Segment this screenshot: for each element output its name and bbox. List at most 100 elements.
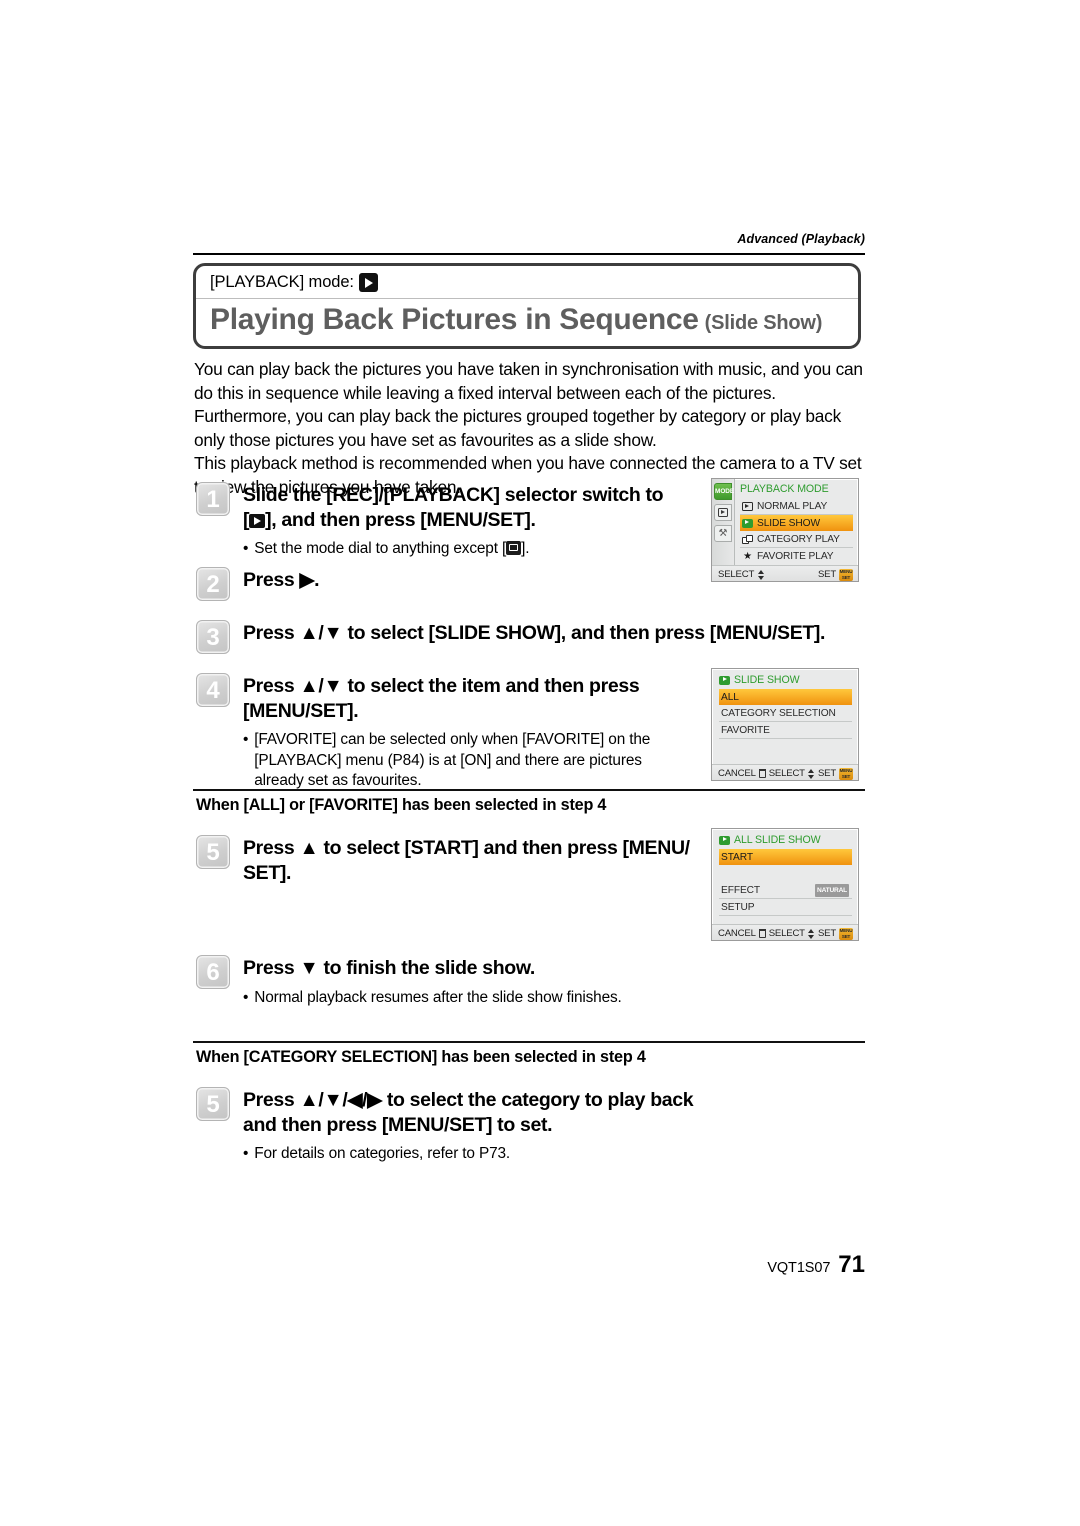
running-head-rule [193,253,865,255]
trash-icon[interactable] [758,769,766,778]
favorite-play-icon: ★ [743,550,752,562]
menu-item-effect-value: NATURAL [815,883,849,897]
menu-item-effect[interactable]: EFFECT NATURAL [719,882,852,899]
menu-item-category-play[interactable]: CATEGORY PLAY [740,531,853,548]
intro-line-3: Furthermore, you can play back the pictu… [194,406,841,426]
trash-icon[interactable] [758,929,766,938]
intro-line-4: only those pictures you have set as favo… [194,429,657,450]
menu-item-category-play-label: CATEGORY PLAY [757,533,840,545]
playback-tab[interactable] [714,504,732,521]
step-5b-title: Press ▲/▼/◀/▶ to select the category to … [243,1088,694,1137]
page-title: Playing Back Pictures in Sequence [210,303,699,336]
intro-line-2: do this in sequence while leaving a fixe… [194,382,776,403]
lcd-playback-mode-title: PLAYBACK MODE [740,483,829,495]
menu-item-slide-show[interactable]: SLIDE SHOW [740,515,853,531]
wrench-icon: ⚒ [718,528,728,539]
step-1-bullet-pre: Set the mode dial to anything except [ [254,540,507,557]
lcd-playback-mode-footer: SELECT SET MENU SET [712,565,858,581]
manual-page: Advanced (Playback) [PLAYBACK] mode: Pla… [0,0,1080,1526]
lcd-slide-show-title-label: SLIDE SHOW [734,674,800,686]
footer-set-label: SET [817,928,836,939]
section-title-box: [PLAYBACK] mode: Playing Back Pictures i… [193,263,861,349]
lcd-playback-mode: MODE ⚒ PLAYBACK MODE NORMAL PLAY SLIDE S… [711,478,859,582]
mode-tab[interactable]: MODE [714,483,734,500]
step-4-bullets: • [FAVORITE] can be selected only when [… [243,730,683,792]
step-1-title-line2-post: ], and then press [MENU/SET]. [265,508,536,531]
footer-select-label: SELECT [718,569,755,580]
slide-show-icon [719,675,730,685]
step-5b-bullet-text: For details on categories, refer to P73. [254,1145,511,1162]
menu-item-category-selection[interactable]: CATEGORY SELECTION [719,705,852,722]
lcd-slide-show: SLIDE SHOW ALL CATEGORY SELECTION FAVORI… [711,668,859,781]
up-down-icon [808,928,815,939]
bullet-dot: • [243,540,249,557]
step-4-title-line2: [MENU/SET]. [243,699,359,722]
step-4-bullet-text: [FAVORITE] can be selected only when [FA… [254,731,651,789]
step-5b-title-line1: Press ▲/▼/◀/▶ to select the category to … [243,1089,694,1111]
page-footer: VQT1S07 71 [193,1251,865,1279]
bullet-dot: • [243,1145,249,1162]
step-5a-title-line2: SET]. [243,861,292,884]
step-1-number: 1 [196,482,230,516]
step-3: 3 Press ▲/▼ to select [SLIDE SHOW], and … [196,620,876,654]
menu-item-normal-play[interactable]: NORMAL PLAY [740,498,853,515]
lcd-all-slide-show: ALL SLIDE SHOW START EFFECT NATURAL SETU… [711,828,859,941]
step-3-title: Press ▲/▼ to select [SLIDE SHOW], and th… [243,622,826,644]
menu-item-all-label: ALL [721,691,739,703]
step-6: 6 Press ▼ to finish the slide show. • No… [196,955,756,1008]
lcd-slide-show-title: SLIDE SHOW [719,674,852,686]
footer-select-label: SELECT [768,928,805,939]
lcd-playback-mode-body: PLAYBACK MODE NORMAL PLAY SLIDE SHOW CAT… [734,479,858,564]
step-1-bullet-text: Set the mode dial to anything except []. [254,539,529,560]
step-1-bullets: • Set the mode dial to anything except [… [243,539,663,560]
mode-dial-icon [506,541,522,555]
step-6-bullet-text: Normal playback resumes after the slide … [254,988,622,1006]
menu-set-button-icon[interactable]: MENU SET [839,568,853,581]
slide-show-icon [742,518,753,528]
lcd-slide-show-footer: CANCEL SELECT SET MENU SET [712,764,858,780]
category-play-icon [742,534,753,544]
up-down-icon [757,569,764,580]
menu-item-favorite-play[interactable]: ★ FAVORITE PLAY [740,548,853,564]
playback-tab-icon [718,507,728,517]
footer-set-label: SET [817,569,836,580]
step-4-title: Press ▲/▼ to select the item and then pr… [243,674,683,723]
bullet-dot: • [243,988,249,1006]
footer-select-label: SELECT [768,768,805,779]
menu-item-setup[interactable]: SETUP [719,899,852,916]
step-5b-title-line2: and then press [MENU/SET] to set. [243,1113,553,1136]
up-down-icon [808,768,815,779]
step-6-bullets: • Normal playback resumes after the slid… [243,988,622,1009]
intro-line-5: This playback method is recommended when… [194,453,862,473]
footer-set-label: SET [817,768,836,779]
page-number: 71 [838,1251,865,1278]
subhead-all-favorite: When [ALL] or [FAVORITE] has been select… [196,796,607,814]
slide-show-icon [719,835,730,845]
footer-cancel-label: CANCEL [718,768,756,779]
mode-label: [PLAYBACK] mode: [210,273,354,291]
document-code: VQT1S07 [767,1260,831,1276]
menu-set-button-icon[interactable]: MENU SET [839,767,853,780]
menu-item-effect-label: EFFECT [721,884,761,896]
page-subtitle: (Slide Show) [704,312,823,334]
menu-item-setup-label: SETUP [721,901,755,913]
lcd-all-slide-show-title: ALL SLIDE SHOW [719,834,852,846]
menu-spacer [719,865,852,882]
lcd-all-slide-show-footer: CANCEL SELECT SET MENU SET [712,924,858,940]
step-6-number: 6 [196,955,230,989]
step-4: 4 Press ▲/▼ to select the item and then … [196,673,696,792]
footer-cancel-label: CANCEL [718,928,756,939]
menu-item-normal-play-label: NORMAL PLAY [757,500,828,512]
menu-item-start[interactable]: START [719,849,852,865]
menu-item-favorite[interactable]: FAVORITE [719,722,852,739]
step-5b-number: 5 [196,1087,230,1121]
menu-item-all[interactable]: ALL [719,689,852,705]
step-5a-number: 5 [196,835,230,869]
menu-item-favorite-label: FAVORITE [721,724,770,736]
running-head: Advanced (Playback) [737,232,865,246]
menu-item-start-label: START [721,851,753,863]
menu-set-button-icon[interactable]: MENU SET [839,927,853,940]
step-2-title: Press ▶. [243,569,320,591]
bullet-dot: • [243,731,249,748]
setup-tab[interactable]: ⚒ [714,525,732,542]
